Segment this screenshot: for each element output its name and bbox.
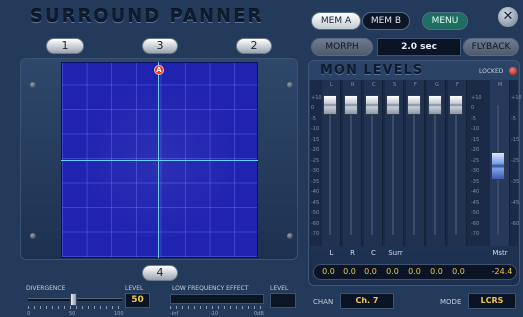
strip-header: C bbox=[372, 82, 376, 88]
level-value[interactable]: 0.0 bbox=[360, 267, 381, 276]
screw-icon bbox=[287, 233, 293, 239]
fader-slot bbox=[434, 105, 436, 235]
fader-r[interactable] bbox=[344, 95, 358, 115]
speaker-2-button[interactable]: 2 bbox=[236, 38, 272, 54]
mem-b-button[interactable]: MEM B bbox=[362, 12, 410, 30]
morph-button[interactable]: MORPH bbox=[311, 38, 373, 56]
flyback-button[interactable]: FLYBACK bbox=[463, 38, 519, 56]
divergence-level-label: LEVEL bbox=[125, 285, 144, 292]
fader-slot bbox=[413, 105, 415, 235]
lfe-label: LOW FREQUENCY EFFECT bbox=[172, 285, 249, 292]
screw-icon bbox=[30, 82, 36, 88]
lfe-tick-label: -10 bbox=[210, 311, 219, 317]
fader-slot bbox=[455, 105, 457, 235]
divergence-value[interactable]: 50 bbox=[125, 293, 150, 308]
lfe-tick-label: -inf bbox=[170, 311, 179, 317]
strip-header: S bbox=[393, 82, 397, 88]
fader-surr[interactable] bbox=[386, 95, 400, 115]
divergence-slider-thumb[interactable] bbox=[70, 293, 77, 306]
level-value[interactable]: 0.0 bbox=[382, 267, 403, 276]
mode-label: MODE bbox=[440, 298, 462, 306]
strip-header: F bbox=[414, 82, 417, 88]
fader-l[interactable] bbox=[323, 95, 337, 115]
db-scale-master: +10 -5 -15 -25 -35 -45 -60 bbox=[511, 95, 522, 227]
channel-label: C bbox=[371, 249, 376, 257]
mon-levels-title: MON LEVELS bbox=[320, 63, 424, 78]
fader-c[interactable] bbox=[365, 95, 379, 115]
channel-label: R bbox=[350, 249, 355, 257]
level-value[interactable]: 0.0 bbox=[318, 267, 339, 276]
fader-slot bbox=[329, 105, 331, 235]
locked-led-icon[interactable] bbox=[509, 67, 517, 75]
lfe-level-value[interactable] bbox=[270, 293, 296, 308]
menu-button[interactable]: MENU bbox=[422, 12, 468, 30]
strip-header: M bbox=[498, 82, 503, 88]
crosshair-horizontal bbox=[61, 160, 258, 161]
speaker-4-button[interactable]: 4 bbox=[142, 265, 178, 281]
speaker-3-button[interactable]: 3 bbox=[142, 38, 178, 54]
strip-header: G bbox=[435, 82, 439, 88]
fader-5[interactable] bbox=[407, 95, 421, 115]
divergence-label: DIVERGENCE bbox=[26, 285, 66, 292]
pan-marker-a[interactable]: A bbox=[154, 65, 164, 75]
level-value-master[interactable]: -24.4 bbox=[488, 267, 516, 276]
panner-title: SURROUND PANNER bbox=[30, 6, 264, 27]
db-scale-left: +10 0 -5 -10 -15 -20 -25 -30 -35 -40 -45… bbox=[311, 95, 322, 237]
lfe-ticks bbox=[170, 306, 264, 309]
fader-mstr[interactable] bbox=[491, 152, 505, 180]
strip-header: F bbox=[456, 82, 459, 88]
close-icon[interactable]: ✕ bbox=[497, 6, 519, 28]
level-value[interactable]: 0.0 bbox=[448, 267, 469, 276]
fader-6[interactable] bbox=[428, 95, 442, 115]
lfe-level-label: LEVEL bbox=[270, 285, 289, 292]
mode-select[interactable]: LCRS bbox=[468, 293, 516, 309]
divergence-ticks bbox=[28, 306, 122, 309]
divergence-tick-label: 0 bbox=[27, 311, 31, 317]
morph-time-display[interactable]: 2.0 sec bbox=[377, 38, 461, 56]
speaker-1-button[interactable]: 1 bbox=[46, 38, 84, 54]
screw-icon bbox=[30, 233, 36, 239]
channel-label: L bbox=[329, 249, 334, 257]
divergence-tick-label: 50 bbox=[69, 311, 76, 317]
level-value[interactable]: 0.0 bbox=[426, 267, 447, 276]
divergence-tick-label: 100 bbox=[114, 311, 124, 317]
fader-slot bbox=[392, 105, 394, 235]
level-value[interactable]: 0.0 bbox=[339, 267, 360, 276]
strip-header: L bbox=[330, 82, 333, 88]
fader-slot bbox=[350, 105, 352, 235]
fader-7[interactable] bbox=[449, 95, 463, 115]
db-scale-right: +10 0 -5 -10 -15 -20 -25 -30 -35 -40 -45… bbox=[471, 95, 482, 237]
channel-label: Surr bbox=[388, 249, 403, 257]
lfe-tick-label: 0dB bbox=[254, 311, 264, 317]
fader-slot bbox=[371, 105, 373, 235]
channel-label: Mstr bbox=[492, 249, 508, 257]
lfe-slider[interactable] bbox=[170, 294, 264, 304]
chan-label: CHAN bbox=[313, 298, 334, 306]
locked-label: LOCKED bbox=[479, 68, 504, 75]
mem-a-button[interactable]: MEM A bbox=[311, 12, 361, 30]
chan-select[interactable]: Ch. 7 bbox=[340, 293, 394, 309]
strip-header: R bbox=[351, 82, 355, 88]
level-value[interactable]: 0.0 bbox=[404, 267, 425, 276]
screw-icon bbox=[287, 82, 293, 88]
